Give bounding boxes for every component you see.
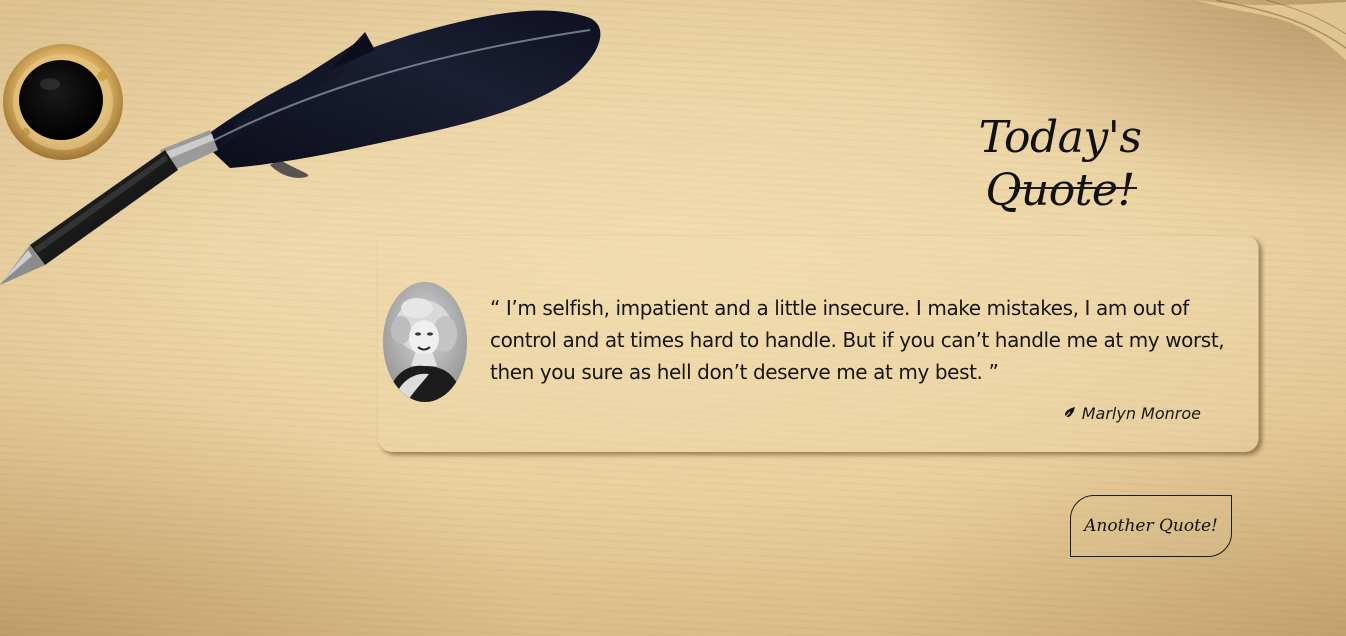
another-quote-button[interactable]: Another Quote! (1070, 495, 1232, 557)
author-portrait (383, 282, 467, 402)
portrait-image (383, 282, 467, 402)
page-title: Today's Quote! (978, 112, 1142, 216)
author-name: Marlyn Monroe (1081, 404, 1201, 423)
title-underline (1009, 187, 1137, 189)
feather-icon (1061, 406, 1075, 421)
page-curl-decoration (1196, 0, 1346, 60)
quote-author: Marlyn Monroe (1060, 404, 1201, 423)
quote-card: “ I’m selfish, impatient and a little in… (378, 236, 1259, 452)
quote-text: “ I’m selfish, impatient and a little in… (490, 296, 1225, 384)
